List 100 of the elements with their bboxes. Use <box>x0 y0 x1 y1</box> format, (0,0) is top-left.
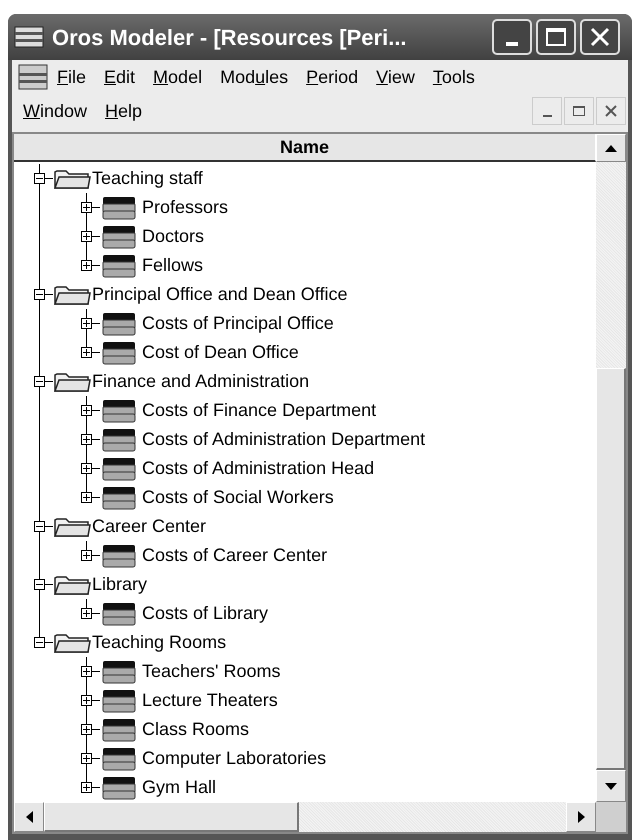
menu-item[interactable]: Tools <box>424 64 484 90</box>
up-arrow-icon <box>605 144 617 152</box>
database-icon <box>102 254 136 278</box>
horizontal-scrollbar[interactable] <box>14 802 596 832</box>
expand-icon[interactable] <box>81 434 92 445</box>
resource-label[interactable]: Costs of Social Workers <box>142 484 334 511</box>
app-icon <box>14 26 44 48</box>
folder-label[interactable]: Principal Office and Dean Office <box>92 281 348 308</box>
database-icon <box>102 224 136 248</box>
database-icon <box>102 544 136 568</box>
left-arrow-icon <box>26 811 32 823</box>
right-arrow-icon <box>578 811 584 823</box>
vertical-scrollbar[interactable] <box>596 134 626 802</box>
resource-label[interactable]: Costs of Finance Department <box>142 397 376 424</box>
database-icon <box>102 340 136 364</box>
expand-icon[interactable] <box>81 318 92 329</box>
resource-label[interactable]: Costs of Administration Head <box>142 455 374 482</box>
resource-label[interactable]: Costs of Principal Office <box>142 310 334 337</box>
folder-icon <box>53 516 91 538</box>
resource-label[interactable]: Gym Hall <box>142 774 216 801</box>
menu-item[interactable]: Model <box>144 64 212 90</box>
expand-icon[interactable] <box>81 463 92 474</box>
folder-label[interactable]: Library <box>92 571 148 598</box>
expand-icon[interactable] <box>81 347 92 358</box>
collapse-icon[interactable] <box>34 173 45 184</box>
database-icon <box>102 312 136 336</box>
close-button[interactable] <box>596 97 626 125</box>
database-icon <box>102 486 136 510</box>
collapse-icon[interactable] <box>34 521 45 532</box>
database-icon <box>102 428 136 452</box>
expand-icon[interactable] <box>81 608 92 619</box>
collapse-icon[interactable] <box>34 289 45 300</box>
expand-icon[interactable] <box>81 405 92 416</box>
database-icon <box>102 660 136 684</box>
close-button[interactable] <box>580 19 620 55</box>
resource-label[interactable]: Teachers' Rooms <box>142 658 280 685</box>
scroll-down-button[interactable] <box>596 770 626 802</box>
resource-label[interactable]: Computer Laboratories <box>142 745 326 772</box>
folder-label[interactable]: Finance and Administration <box>92 368 310 395</box>
resource-label[interactable]: Fellows <box>142 252 204 279</box>
scroll-thumb[interactable] <box>44 802 299 832</box>
folder-icon <box>53 370 91 392</box>
collapse-icon[interactable] <box>34 637 45 648</box>
resource-label[interactable]: Professors <box>142 194 228 221</box>
close-icon <box>589 26 611 48</box>
menu-item[interactable]: File <box>48 64 96 90</box>
scrollbar-corner <box>596 802 626 832</box>
database-icon <box>102 602 136 626</box>
column-header[interactable]: Name <box>14 134 596 162</box>
folder-label[interactable]: Teaching Rooms <box>92 629 226 656</box>
restore-button[interactable] <box>564 97 594 125</box>
folder-label[interactable]: Teaching staff <box>92 165 203 192</box>
menu-item[interactable]: Period <box>297 64 368 90</box>
menu-item[interactable]: Edit <box>95 64 144 90</box>
menu-item[interactable]: Help <box>96 98 152 124</box>
expand-icon[interactable] <box>81 231 92 242</box>
scroll-up-button[interactable] <box>596 134 626 162</box>
down-arrow-icon <box>605 782 617 790</box>
database-icon <box>102 746 136 770</box>
expand-icon[interactable] <box>81 260 92 271</box>
minimize-button[interactable] <box>532 97 562 125</box>
expand-icon[interactable] <box>81 724 92 735</box>
expand-icon[interactable] <box>81 202 92 213</box>
maximize-button[interactable] <box>536 19 576 55</box>
close-icon <box>605 105 617 117</box>
database-icon <box>102 196 136 220</box>
window-title: Oros Modeler - [Resources [Peri... <box>52 24 407 52</box>
expand-icon[interactable] <box>81 492 92 503</box>
database-icon <box>102 718 136 742</box>
folder-icon <box>53 574 91 596</box>
menu-item[interactable]: Modules <box>211 64 298 90</box>
resource-label[interactable]: Costs of Library <box>142 600 268 627</box>
resource-label[interactable]: Class Rooms <box>142 716 250 743</box>
folder-label[interactable]: Career Center <box>92 513 206 540</box>
database-icon <box>102 456 136 480</box>
resource-label[interactable]: Lecture Theaters <box>142 687 278 714</box>
menu-item[interactable]: Window <box>14 98 96 124</box>
expand-icon[interactable] <box>81 550 92 561</box>
document-icon[interactable] <box>18 64 48 90</box>
scroll-thumb[interactable] <box>596 368 626 770</box>
folder-icon <box>53 632 91 654</box>
scroll-right-button[interactable] <box>566 802 596 832</box>
database-icon <box>102 776 136 800</box>
database-icon <box>102 688 136 712</box>
minimize-button[interactable] <box>492 19 532 55</box>
collapse-icon[interactable] <box>34 579 45 590</box>
resource-label[interactable]: Cost of Dean Office <box>142 339 299 366</box>
menu-item[interactable]: View <box>367 64 424 90</box>
resource-label[interactable]: Costs of Administration Department <box>142 426 426 453</box>
collapse-icon[interactable] <box>34 376 45 387</box>
expand-icon[interactable] <box>81 753 92 764</box>
resource-label[interactable]: Doctors <box>142 223 204 250</box>
folder-icon <box>53 284 91 306</box>
folder-icon <box>53 168 91 190</box>
database-icon <box>102 398 136 422</box>
scroll-left-button[interactable] <box>14 802 44 832</box>
expand-icon[interactable] <box>81 666 92 677</box>
expand-icon[interactable] <box>81 695 92 706</box>
resource-label[interactable]: Costs of Career Center <box>142 542 328 569</box>
expand-icon[interactable] <box>81 782 92 793</box>
